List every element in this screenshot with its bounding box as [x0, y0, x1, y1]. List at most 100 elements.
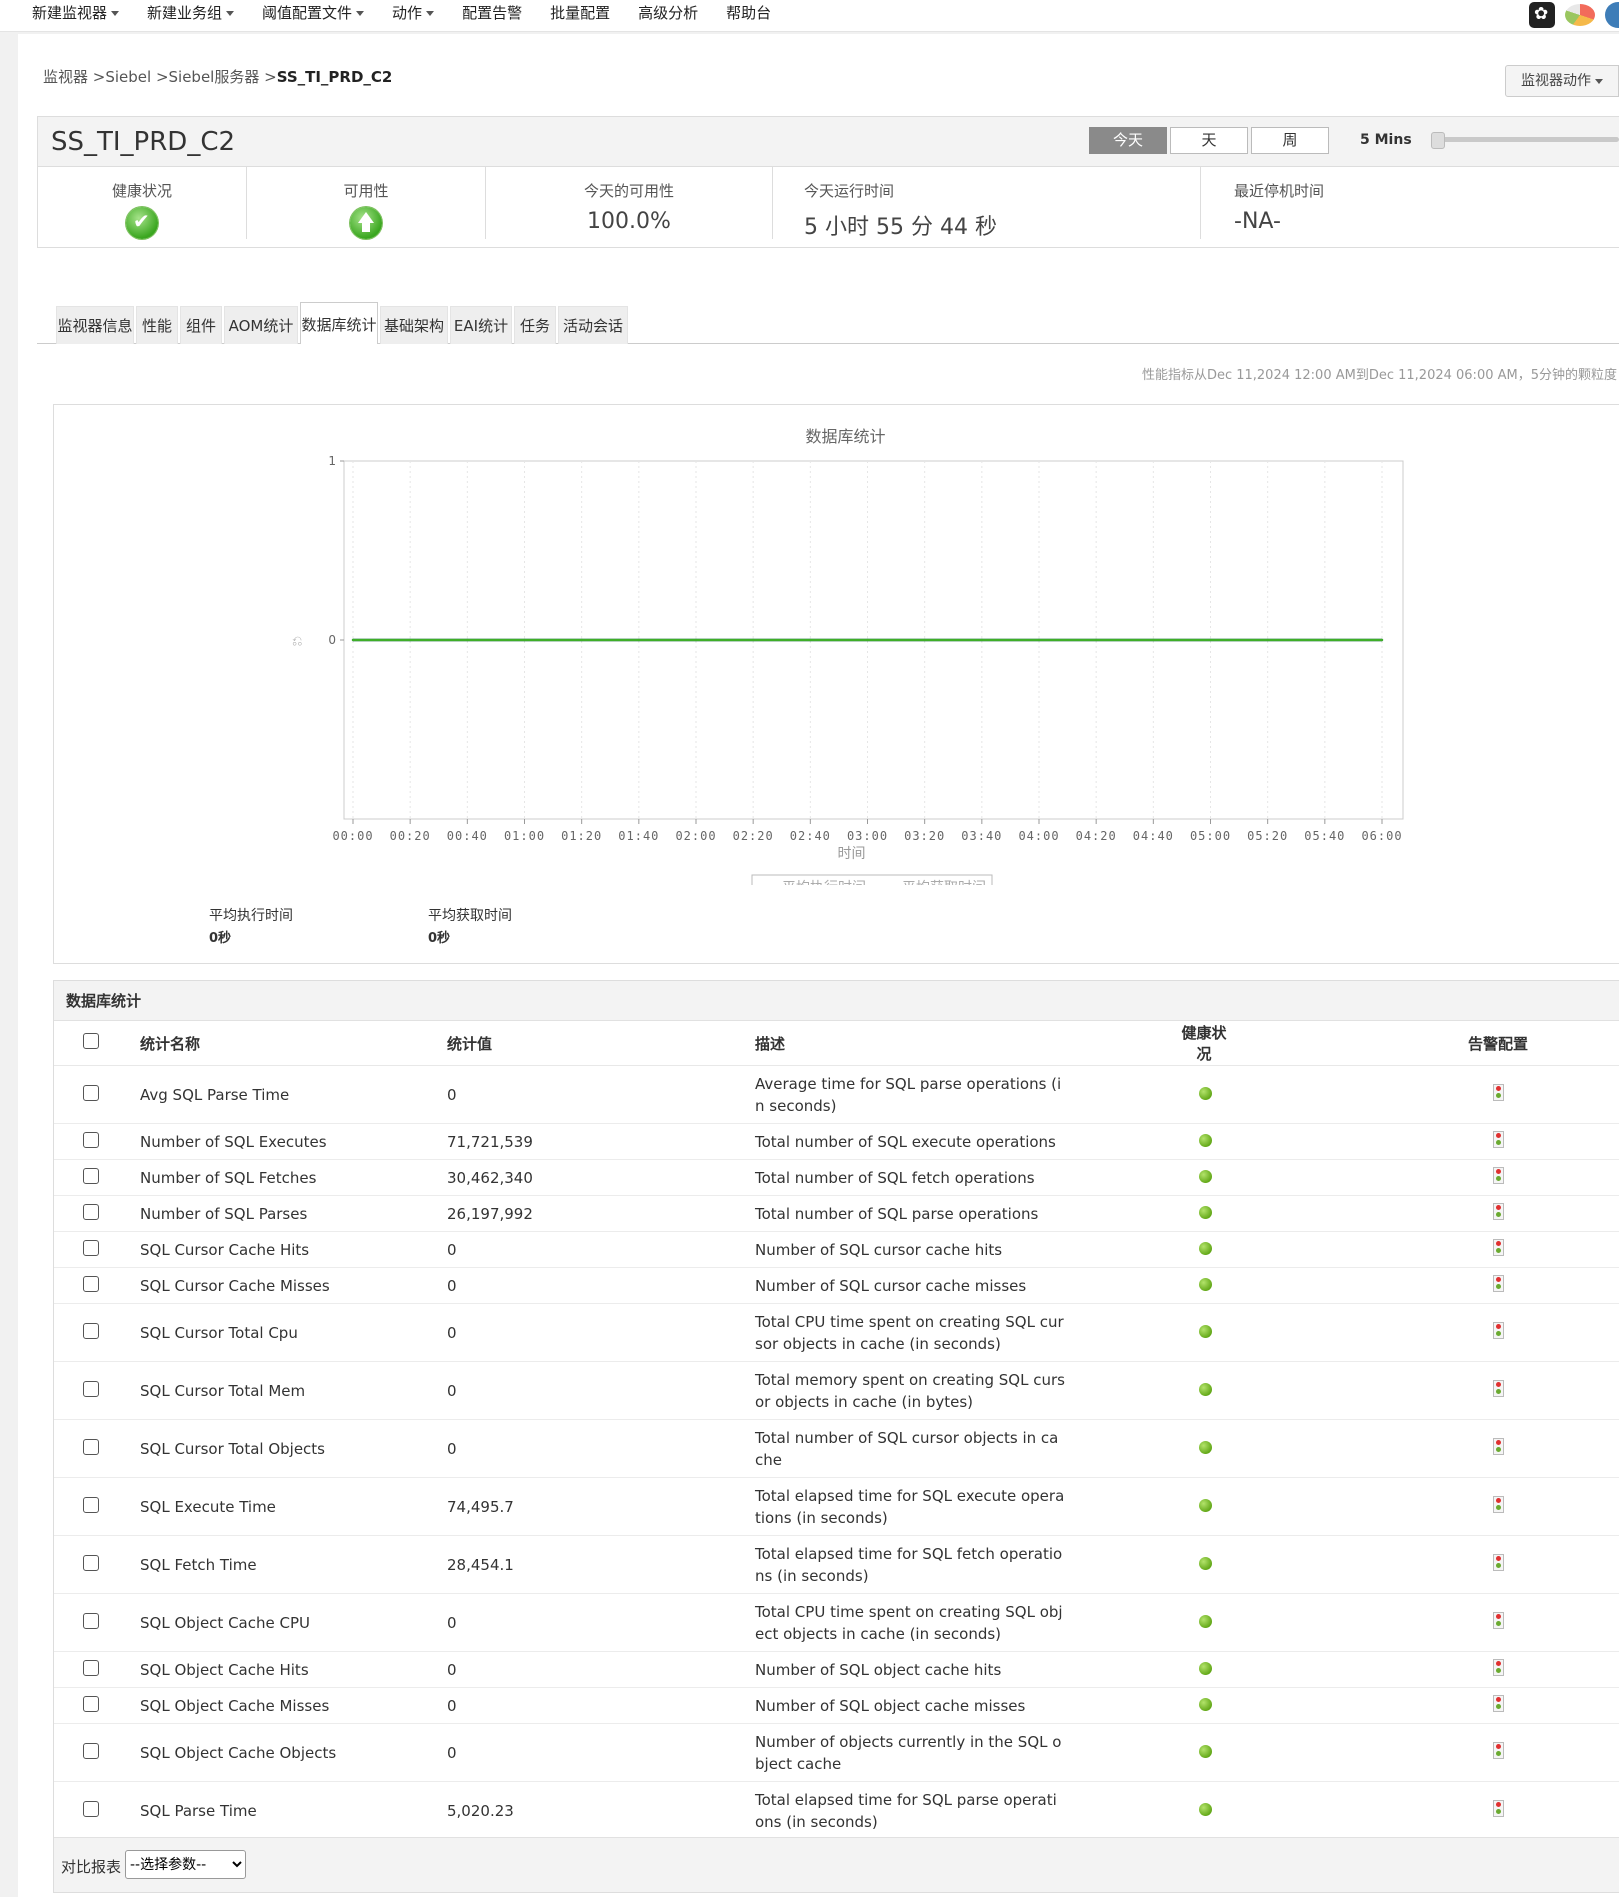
row-checkbox[interactable] — [83, 1084, 99, 1101]
stat-name[interactable]: Number of SQL Fetches — [139, 1159, 446, 1196]
stat-name[interactable]: SQL Object Cache Objects — [139, 1723, 446, 1782]
slider-handle[interactable] — [1431, 132, 1445, 149]
settings-icon[interactable] — [1529, 2, 1555, 28]
stat-desc: Total elapsed time for SQL fetch operati… — [754, 1535, 1176, 1594]
stat-name[interactable]: SQL Cursor Cache Misses — [139, 1267, 446, 1304]
stat-desc-line: Total number of SQL execute operations — [755, 1132, 1056, 1151]
period-button-2[interactable]: 周 — [1251, 127, 1329, 154]
globe-icon[interactable] — [1605, 2, 1619, 28]
stat-name[interactable]: SQL Parse Time — [139, 1781, 446, 1840]
row-checkbox[interactable] — [83, 1322, 99, 1339]
tab-7[interactable]: 任务 — [514, 306, 556, 344]
nav-item-5[interactable]: 批量配置 — [536, 0, 624, 31]
monitor-actions-button[interactable]: 监视器动作 — [1505, 65, 1619, 97]
alarm-config-icon[interactable] — [1492, 1322, 1504, 1339]
stat-value: 0 — [446, 1593, 754, 1652]
stat-name[interactable]: SQL Cursor Total Objects — [139, 1419, 446, 1478]
alarm-config-icon[interactable] — [1492, 1084, 1504, 1101]
tab-2[interactable]: 组件 — [180, 306, 222, 344]
chart-panel: 0 1 00:00 00:20 00:40 01:00 01:20 01:40 02:00 02:… — [53, 404, 1619, 964]
stat-desc: Total number of SQL parse operations — [754, 1195, 1176, 1232]
period-button-1[interactable]: 天 — [1170, 127, 1248, 154]
alarm-config-icon[interactable] — [1492, 1800, 1504, 1817]
health-status-icon — [1198, 1277, 1212, 1291]
health-ok-icon — [126, 207, 158, 239]
alarm-config-icon[interactable] — [1492, 1496, 1504, 1513]
alarm-config-icon[interactable] — [1492, 1742, 1504, 1759]
col-alarm-label: 告警配置 — [1467, 1034, 1528, 1053]
select-all-checkbox[interactable] — [83, 1033, 99, 1049]
stat-name[interactable]: Number of SQL Executes — [139, 1123, 446, 1160]
stat-desc-line: Number of SQL object cache misses — [755, 1696, 1026, 1715]
tab-4[interactable]: 数据库统计 — [300, 302, 378, 344]
downtime-stat: 最近停机时间 -NA- — [1202, 167, 1619, 239]
stat-name[interactable]: SQL Cursor Cache Hits — [139, 1231, 446, 1268]
alarm-config-icon[interactable] — [1492, 1554, 1504, 1571]
row-checkbox[interactable] — [83, 1612, 99, 1629]
stat-name[interactable]: SQL Cursor Total Cpu — [139, 1303, 446, 1362]
pie-chart-icon[interactable] — [1565, 4, 1595, 26]
tab-6[interactable]: EAI统计 — [450, 306, 512, 344]
alarm-config-icon[interactable] — [1492, 1275, 1504, 1292]
x-tick-label: 02:40 — [790, 829, 831, 843]
alarm-config-icon[interactable] — [1492, 1239, 1504, 1256]
alarm-config-icon[interactable] — [1492, 1659, 1504, 1676]
downtime-label: 最近停机时间 — [1234, 182, 1325, 200]
stat-name[interactable]: SQL Object Cache Misses — [139, 1687, 446, 1724]
nav-item-7[interactable]: 帮助台 — [712, 0, 785, 31]
alarm-config-icon[interactable] — [1492, 1695, 1504, 1712]
x-tick-label: 02:00 — [675, 829, 716, 843]
tab-1[interactable]: 性能 — [136, 306, 178, 344]
row-checkbox[interactable] — [83, 1380, 99, 1397]
row-checkbox[interactable] — [83, 1275, 99, 1292]
stat-name[interactable]: SQL Fetch Time — [139, 1535, 446, 1594]
nav-item-3[interactable]: 动作 — [378, 0, 448, 31]
row-checkbox[interactable] — [83, 1742, 99, 1759]
nav-item-1[interactable]: 新建业务组 — [133, 0, 248, 31]
tab-5[interactable]: 基础架构 — [380, 306, 448, 344]
stat-desc-line: ons (in seconds) — [755, 1812, 878, 1831]
alarm-config-icon[interactable] — [1492, 1380, 1504, 1397]
stat-value: 30,462,340 — [446, 1159, 754, 1196]
stat-desc-line: tions (in seconds) — [755, 1508, 888, 1527]
x-tick-label: 02:20 — [733, 829, 774, 843]
alarm-config-icon[interactable] — [1492, 1167, 1504, 1184]
col-name[interactable]: 统计名称 — [139, 1021, 446, 1066]
alarm-config-icon[interactable] — [1492, 1203, 1504, 1220]
nav-item-2[interactable]: 阈值配置文件 — [248, 0, 378, 31]
period-button-0[interactable]: 今天 — [1089, 127, 1167, 154]
breadcrumb-path[interactable]: 监视器 >Siebel >Siebel服务器 > — [43, 68, 277, 86]
stat-name[interactable]: SQL Object Cache Hits — [139, 1651, 446, 1688]
nav-item-label: 批量配置 — [550, 4, 611, 22]
col-value[interactable]: 统计值 — [446, 1021, 754, 1066]
nav-item-4[interactable]: 配置告警 — [448, 0, 536, 31]
health-label: 健康状况 — [111, 182, 172, 200]
alarm-config-icon[interactable] — [1492, 1612, 1504, 1629]
row-checkbox[interactable] — [83, 1167, 99, 1184]
interval-slider[interactable] — [1431, 132, 1619, 149]
nav-item-0[interactable]: 新建监视器 — [18, 0, 133, 31]
stat-name[interactable]: SQL Execute Time — [139, 1477, 446, 1536]
stat-name[interactable]: SQL Cursor Total Mem — [139, 1361, 446, 1420]
row-checkbox[interactable] — [83, 1438, 99, 1455]
row-checkbox[interactable] — [83, 1131, 99, 1148]
stat-name[interactable]: Number of SQL Parses — [139, 1195, 446, 1232]
alarm-config-icon[interactable] — [1492, 1131, 1504, 1148]
stat-desc: Total number of SQL execute operations — [754, 1123, 1176, 1160]
compare-select[interactable]: --选择参数-- — [125, 1850, 246, 1879]
row-checkbox[interactable] — [83, 1554, 99, 1571]
stat-name[interactable]: SQL Object Cache CPU — [139, 1593, 446, 1652]
tab-8[interactable]: 活动会话 — [558, 306, 628, 344]
chevron-down-icon — [111, 11, 120, 16]
row-checkbox[interactable] — [83, 1695, 99, 1712]
row-checkbox[interactable] — [83, 1239, 99, 1256]
tab-0[interactable]: 监视器信息 — [56, 306, 134, 344]
row-checkbox[interactable] — [83, 1496, 99, 1513]
nav-item-6[interactable]: 高级分析 — [624, 0, 712, 31]
tab-3[interactable]: AOM统计 — [224, 306, 298, 344]
alarm-config-icon[interactable] — [1492, 1438, 1504, 1455]
stat-name[interactable]: Avg SQL Parse Time — [139, 1065, 446, 1124]
row-checkbox[interactable] — [83, 1203, 99, 1220]
row-checkbox[interactable] — [83, 1659, 99, 1676]
row-checkbox[interactable] — [83, 1800, 99, 1817]
